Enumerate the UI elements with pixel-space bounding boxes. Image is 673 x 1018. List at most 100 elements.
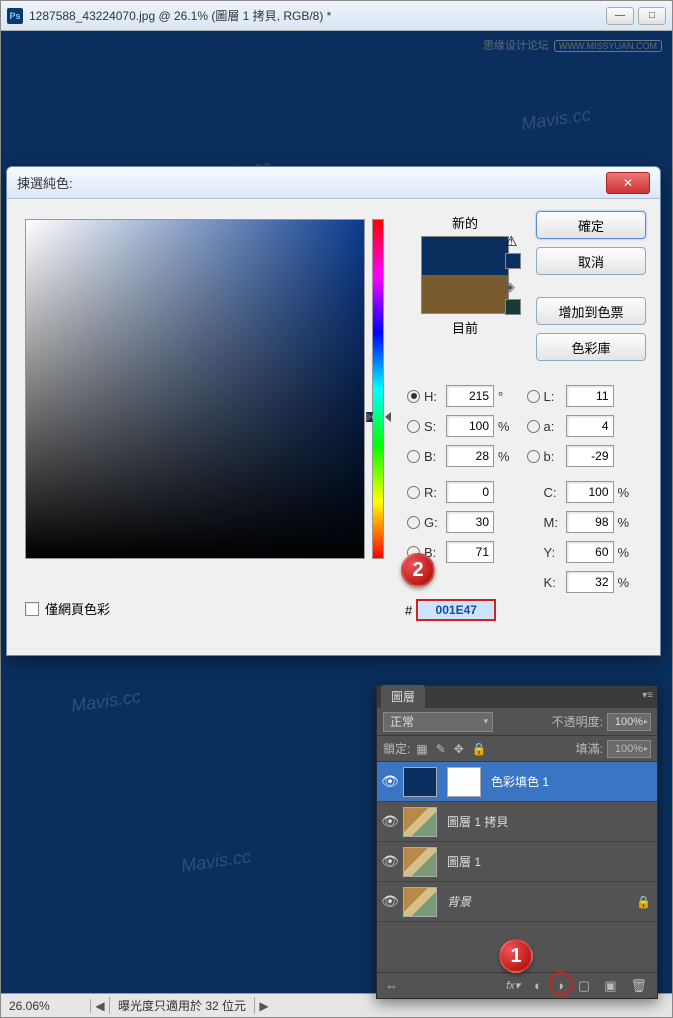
h-input[interactable] [446,385,494,407]
b-input[interactable] [566,445,614,467]
layer-thumb[interactable] [403,847,437,877]
radio-h[interactable] [407,390,420,403]
layer-row[interactable]: 👁 背景 🔒 [377,882,657,922]
layer-thumb[interactable] [403,767,437,797]
photoshop-window: Ps 1287588_43224070.jpg @ 26.1% (圖層 1 拷貝… [0,0,673,1018]
new-color-label: 新的 [405,213,525,232]
s-input[interactable] [446,415,494,437]
hue-thumb-right-icon[interactable] [385,412,391,422]
lock-all-icon[interactable]: 🔒 [472,742,487,756]
radio-b[interactable] [527,450,540,463]
websafe-icon[interactable]: ◈ [505,279,515,295]
radio-s[interactable] [407,420,420,433]
web-only-label: 僅網頁色彩 [45,599,110,618]
hue-thumb-icon[interactable] [366,412,373,422]
gamut-warning-icon[interactable]: ⚠ [505,233,518,250]
zoom-level[interactable]: 26.06% [1,999,91,1013]
minimize-button[interactable]: — [606,7,634,25]
new-layer-icon[interactable]: ▣ [604,978,616,994]
layers-tab[interactable]: 圖層 [381,685,425,708]
layer-name[interactable]: 色彩填色 1 [485,773,651,790]
color-libraries-button[interactable]: 色彩庫 [536,333,646,361]
fill-input[interactable]: 100% [607,740,651,758]
lock-move-icon[interactable]: ✥ [454,742,464,756]
bb-input[interactable] [446,541,494,563]
dialog-titlebar[interactable]: 揀選純色: ✕ [7,167,660,199]
watermark-text: Mavis.cc [180,846,252,877]
layer-row[interactable]: 👁 色彩填色 1 [377,762,657,802]
layer-list: 👁 色彩填色 1 👁 圖層 1 拷貝 👁 圖層 1 👁 背景 🔒 [377,762,657,922]
blend-mode-select[interactable]: 正常 [383,712,493,732]
layer-mask-thumb[interactable] [447,767,481,797]
c-input[interactable] [566,481,614,503]
hex-hash-label: # [405,603,412,618]
hex-input[interactable] [416,599,496,621]
new-color-swatch[interactable] [422,237,508,275]
ok-button[interactable]: 確定 [536,211,646,239]
lock-brush-icon[interactable]: ✎ [436,742,446,756]
site-watermark: 思缘设计论坛 WWW.MISSYUAN.COM [483,37,662,53]
status-next-icon[interactable]: ▶ [255,999,273,1013]
a-input[interactable] [566,415,614,437]
color-field[interactable] [25,219,365,559]
hue-slider[interactable] [372,219,384,559]
visibility-icon[interactable]: 👁 [377,813,403,830]
layer-name[interactable]: 背景 [441,893,636,910]
color-swatch[interactable] [421,236,509,314]
opacity-label: 不透明度: [552,713,603,730]
visibility-icon[interactable]: 👁 [377,893,403,910]
y-input[interactable] [566,541,614,563]
bv-input[interactable] [446,445,494,467]
trash-icon[interactable]: 🗑 [630,978,647,994]
maximize-button[interactable]: □ [638,7,666,25]
layer-row[interactable]: 👁 圖層 1 拷貝 [377,802,657,842]
watermark-text: Mavis.cc [70,686,142,717]
opacity-input[interactable]: 100% [607,713,651,731]
panel-menu-icon[interactable]: ▾≡ [642,690,653,701]
annotation-circle [549,972,573,996]
titlebar: Ps 1287588_43224070.jpg @ 26.1% (圖層 1 拷貝… [1,1,672,31]
web-colors-only[interactable]: 僅網頁色彩 [25,599,110,618]
folder-icon[interactable]: ▢ [578,978,590,994]
layer-thumb[interactable] [403,807,437,837]
m-input[interactable] [566,511,614,533]
l-input[interactable] [566,385,614,407]
layer-name[interactable]: 圖層 1 [441,853,651,870]
lock-label: 鎖定: [383,740,410,757]
current-color-swatch[interactable] [422,275,508,313]
layer-name[interactable]: 圖層 1 拷貝 [441,813,651,830]
dialog-close-button[interactable]: ✕ [606,172,650,194]
layer-thumb[interactable] [403,887,437,917]
watermark-text: Mavis.cc [520,104,592,135]
status-prev-icon[interactable]: ◀ [91,999,109,1013]
color-fields: H:° L: S:% a: B:% b: R: C:% G: M:% [407,381,646,597]
r-input[interactable] [446,481,494,503]
gamut-swatch[interactable] [505,253,521,269]
status-info: 曝光度只適用於 32 位元 [109,997,255,1014]
layers-tabbar: 圖層 ▾≡ [377,686,657,708]
websafe-swatch[interactable] [505,299,521,315]
radio-a[interactable] [527,420,540,433]
document-title: 1287588_43224070.jpg @ 26.1% (圖層 1 拷貝, R… [29,7,606,24]
dialog-title: 揀選純色: [17,173,606,192]
radio-g[interactable] [407,516,420,529]
visibility-icon[interactable]: 👁 [377,853,403,870]
annotation-badge-1: 1 [499,939,533,973]
lock-transparency-icon[interactable]: ▦ [416,742,427,756]
visibility-icon[interactable]: 👁 [377,773,403,790]
cancel-button[interactable]: 取消 [536,247,646,275]
annotation-badge-2: 2 [401,553,435,587]
layers-footer: ⇔ fx▾ ◐ ◑ ▢ ▣ 🗑 [377,972,657,998]
web-only-checkbox[interactable] [25,602,39,616]
mask-icon[interactable]: ◐ [534,978,542,993]
fx-icon[interactable]: fx▾ [506,979,520,992]
link-layers-icon[interactable]: ⇔ [385,978,398,993]
k-input[interactable] [566,571,614,593]
radio-r[interactable] [407,486,420,499]
g-input[interactable] [446,511,494,533]
radio-l[interactable] [527,390,540,403]
radio-bv[interactable] [407,450,420,463]
add-swatch-button[interactable]: 增加到色票 [536,297,646,325]
color-picker-dialog: 揀選純色: ✕ 新的 目前 ⚠ ◈ 確定 [6,166,661,656]
layer-row[interactable]: 👁 圖層 1 [377,842,657,882]
